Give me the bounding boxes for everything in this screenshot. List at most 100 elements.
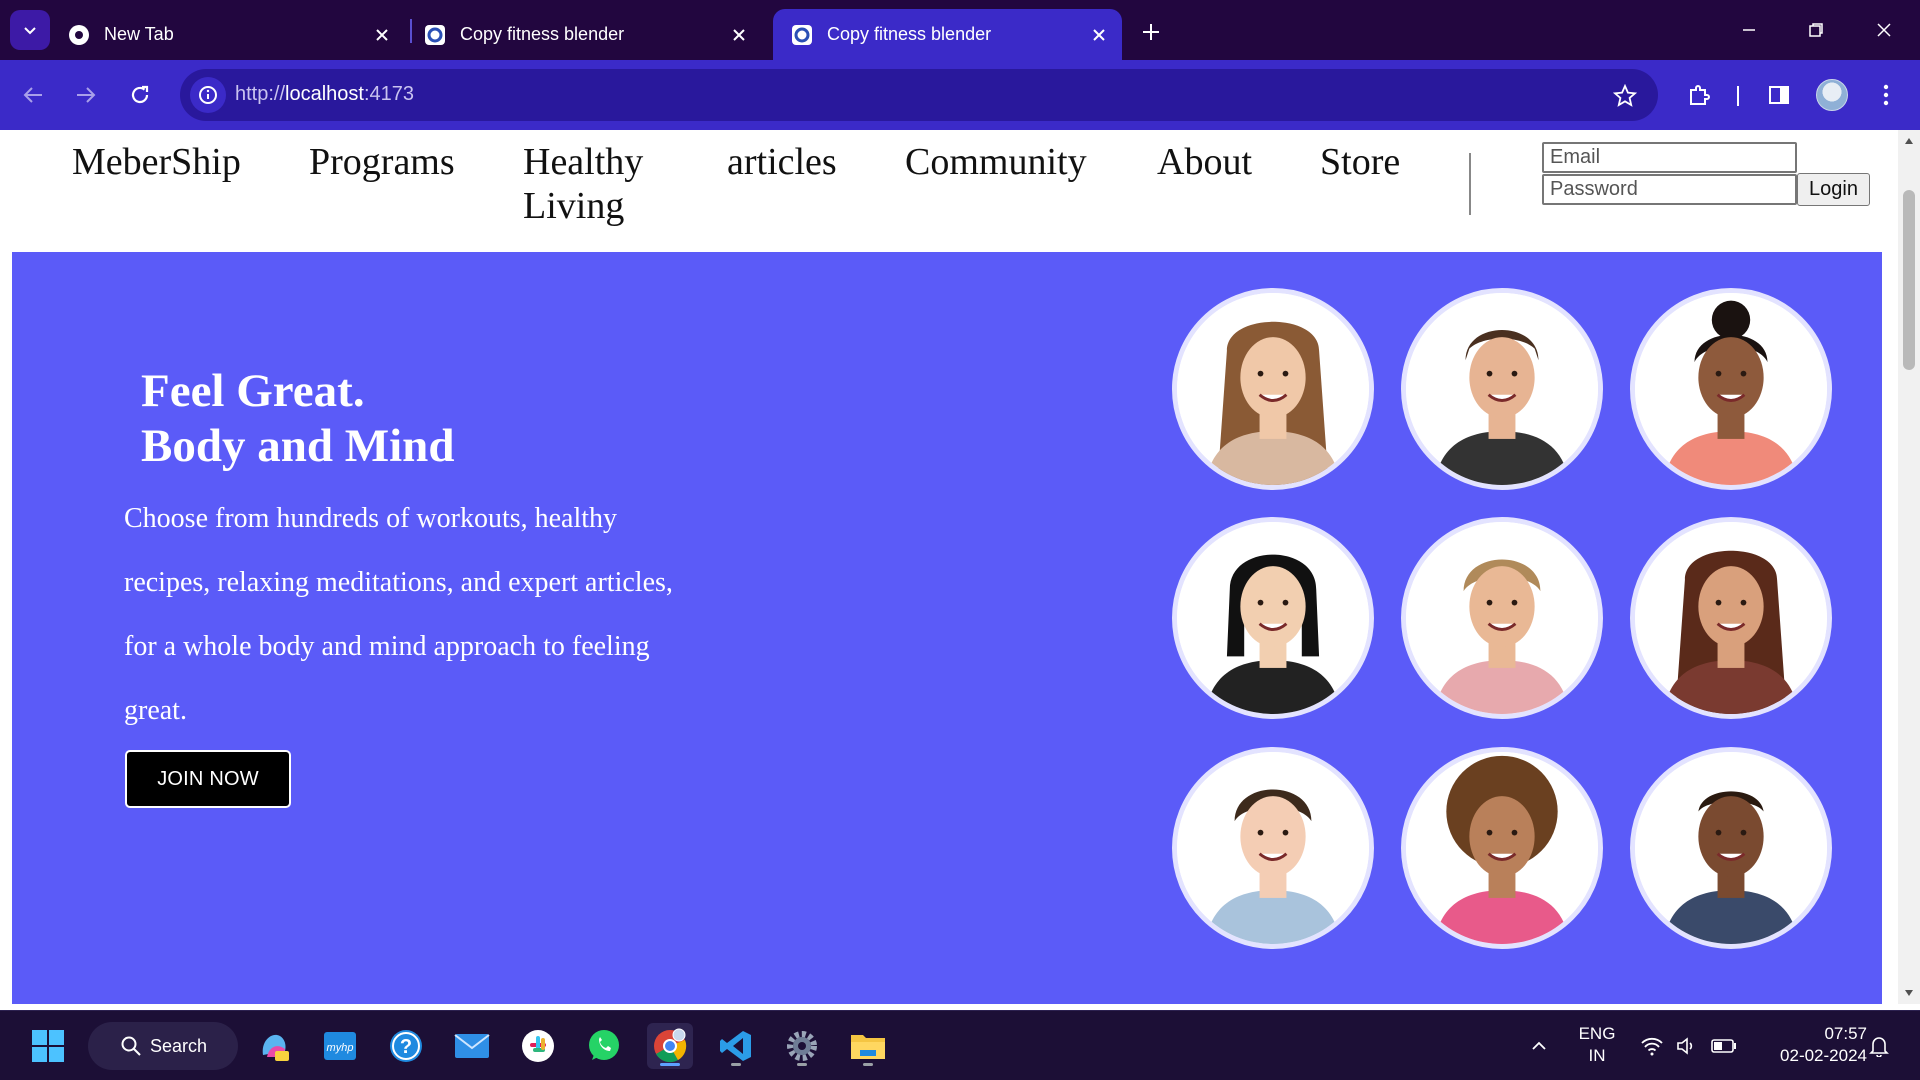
login-button[interactable]: Login <box>1797 173 1870 206</box>
windows-taskbar: Search myhp ? ENG IN 07:57 02-02-2024 <box>0 1010 1920 1080</box>
search-icon <box>121 1036 141 1056</box>
arrow-right-icon <box>77 87 96 103</box>
email-field[interactable] <box>1542 142 1797 173</box>
hero-title-line1: Feel Great. <box>141 365 365 417</box>
side-panel-button[interactable] <box>1761 77 1797 113</box>
chevron-up-icon <box>1532 1041 1546 1050</box>
profile-avatar[interactable] <box>1816 79 1848 111</box>
nav-link-store[interactable]: Store <box>1320 140 1400 184</box>
mail-app[interactable] <box>449 1023 495 1069</box>
url-port: :4173 <box>363 83 415 105</box>
clock[interactable]: 07:57 02-02-2024 <box>1755 1023 1867 1067</box>
file-explorer-app[interactable] <box>845 1023 891 1069</box>
windows-logo-icon <box>32 1030 64 1062</box>
toolbar-divider <box>1737 86 1739 106</box>
nav-link-community[interactable]: Community <box>905 140 1087 184</box>
tab-new-tab[interactable]: New Tab <box>50 9 405 60</box>
tab-copy-fitness-blender-active[interactable]: Copy fitness blender <box>773 9 1122 60</box>
taskbar-search[interactable]: Search <box>88 1022 238 1070</box>
running-app-indicator <box>797 1063 807 1066</box>
nav-link-articles[interactable]: articles <box>727 140 837 184</box>
slack-app[interactable] <box>515 1023 561 1069</box>
scroll-thumb[interactable] <box>1903 190 1915 370</box>
notifications-button[interactable] <box>1866 1034 1892 1058</box>
trainer-portrait <box>1630 747 1832 949</box>
settings-app[interactable] <box>779 1023 825 1069</box>
trainer-avatar-icon <box>1635 752 1827 944</box>
puzzle-icon <box>1690 85 1710 105</box>
clock-date: 02-02-2024 <box>1780 1046 1867 1065</box>
wifi-icon <box>1641 1037 1663 1056</box>
trainer-avatar-icon <box>1406 522 1598 714</box>
scroll-down-button[interactable] <box>1898 982 1920 1004</box>
tab-copy-fitness-blender[interactable]: Copy fitness blender <box>406 9 762 60</box>
browser-tab-strip: New Tab Copy fitness blender Copy fitnes… <box>0 0 1920 60</box>
active-app-indicator <box>660 1063 680 1066</box>
site-info-button[interactable] <box>190 77 226 113</box>
start-button[interactable] <box>25 1023 71 1069</box>
hero-description: Choose from hundreds of workouts, health… <box>124 503 673 726</box>
whatsapp-app[interactable] <box>581 1023 627 1069</box>
forward-button[interactable] <box>68 77 104 113</box>
fitness-blender-favicon-icon <box>425 24 445 45</box>
close-window-button[interactable] <box>1864 12 1904 48</box>
whatsapp-icon <box>589 1030 619 1060</box>
url-scheme: http:// <box>235 83 286 105</box>
page-scrollbar[interactable] <box>1898 130 1920 1004</box>
nav-link-healthy-line2: Living <box>523 185 625 227</box>
address-bar[interactable]: http://localhost:4173 <box>180 69 1658 121</box>
trainer-portrait <box>1172 288 1374 490</box>
hero-section: Feel Great. Body and Mind Choose from hu… <box>12 252 1882 1004</box>
show-hidden-icons-button[interactable] <box>1526 1034 1552 1058</box>
trainer-portrait <box>1401 517 1603 719</box>
close-icon[interactable] <box>724 20 754 50</box>
minimize-button[interactable] <box>1729 12 1769 48</box>
volume-status[interactable] <box>1674 1034 1700 1058</box>
bookmark-button[interactable] <box>1610 81 1640 111</box>
trainer-portrait <box>1401 288 1603 490</box>
trainer-avatar-icon <box>1635 293 1827 485</box>
plus-icon <box>1143 24 1159 40</box>
battery-status[interactable] <box>1711 1034 1737 1058</box>
vscode-app[interactable] <box>713 1023 759 1069</box>
close-icon[interactable] <box>367 20 397 50</box>
chrome-app[interactable] <box>647 1023 693 1069</box>
wifi-status[interactable] <box>1639 1034 1665 1058</box>
browser-toolbar: http://localhost:4173 <box>0 60 1920 130</box>
extensions-button[interactable] <box>1681 77 1717 113</box>
nav-link-programs[interactable]: Programs <box>309 140 455 184</box>
tab-title: Copy fitness blender <box>460 24 625 44</box>
nav-link-healthy-living[interactable]: Healthy Living <box>523 140 643 228</box>
copilot-app[interactable] <box>251 1023 297 1069</box>
scroll-up-button[interactable] <box>1898 130 1920 152</box>
nav-divider <box>1469 153 1471 215</box>
new-tab-button[interactable] <box>1133 14 1169 50</box>
close-icon[interactable] <box>1084 20 1114 50</box>
tab-search-button[interactable] <box>10 10 50 50</box>
battery-icon <box>1711 1039 1736 1053</box>
nav-link-membership[interactable]: MeberShip <box>72 140 241 184</box>
more-vertical-icon <box>1883 84 1889 106</box>
taskbar-search-label: Search <box>150 1035 208 1056</box>
url-text: http://localhost:4173 <box>235 83 414 106</box>
myhp-app[interactable]: myhp <box>317 1023 363 1069</box>
info-icon <box>199 86 217 104</box>
vscode-icon <box>720 1031 751 1061</box>
triangle-down-icon <box>1905 990 1913 996</box>
back-button[interactable] <box>15 77 51 113</box>
language-indicator[interactable]: ENG IN <box>1572 1023 1622 1067</box>
menu-button[interactable] <box>1868 77 1904 113</box>
bell-icon <box>1869 1037 1889 1057</box>
password-field[interactable] <box>1542 174 1797 205</box>
help-app[interactable]: ? <box>383 1023 429 1069</box>
restore-button[interactable] <box>1796 12 1836 48</box>
running-app-indicator <box>863 1063 873 1066</box>
trainer-avatar-icon <box>1406 752 1598 944</box>
join-now-button[interactable]: JOIN NOW <box>125 750 291 808</box>
mail-icon <box>454 1034 490 1058</box>
trainer-portrait <box>1172 517 1374 719</box>
reload-button[interactable] <box>122 77 158 113</box>
nav-link-about[interactable]: About <box>1157 140 1252 184</box>
help-icon: ? <box>390 1030 422 1062</box>
reload-icon <box>131 85 149 104</box>
